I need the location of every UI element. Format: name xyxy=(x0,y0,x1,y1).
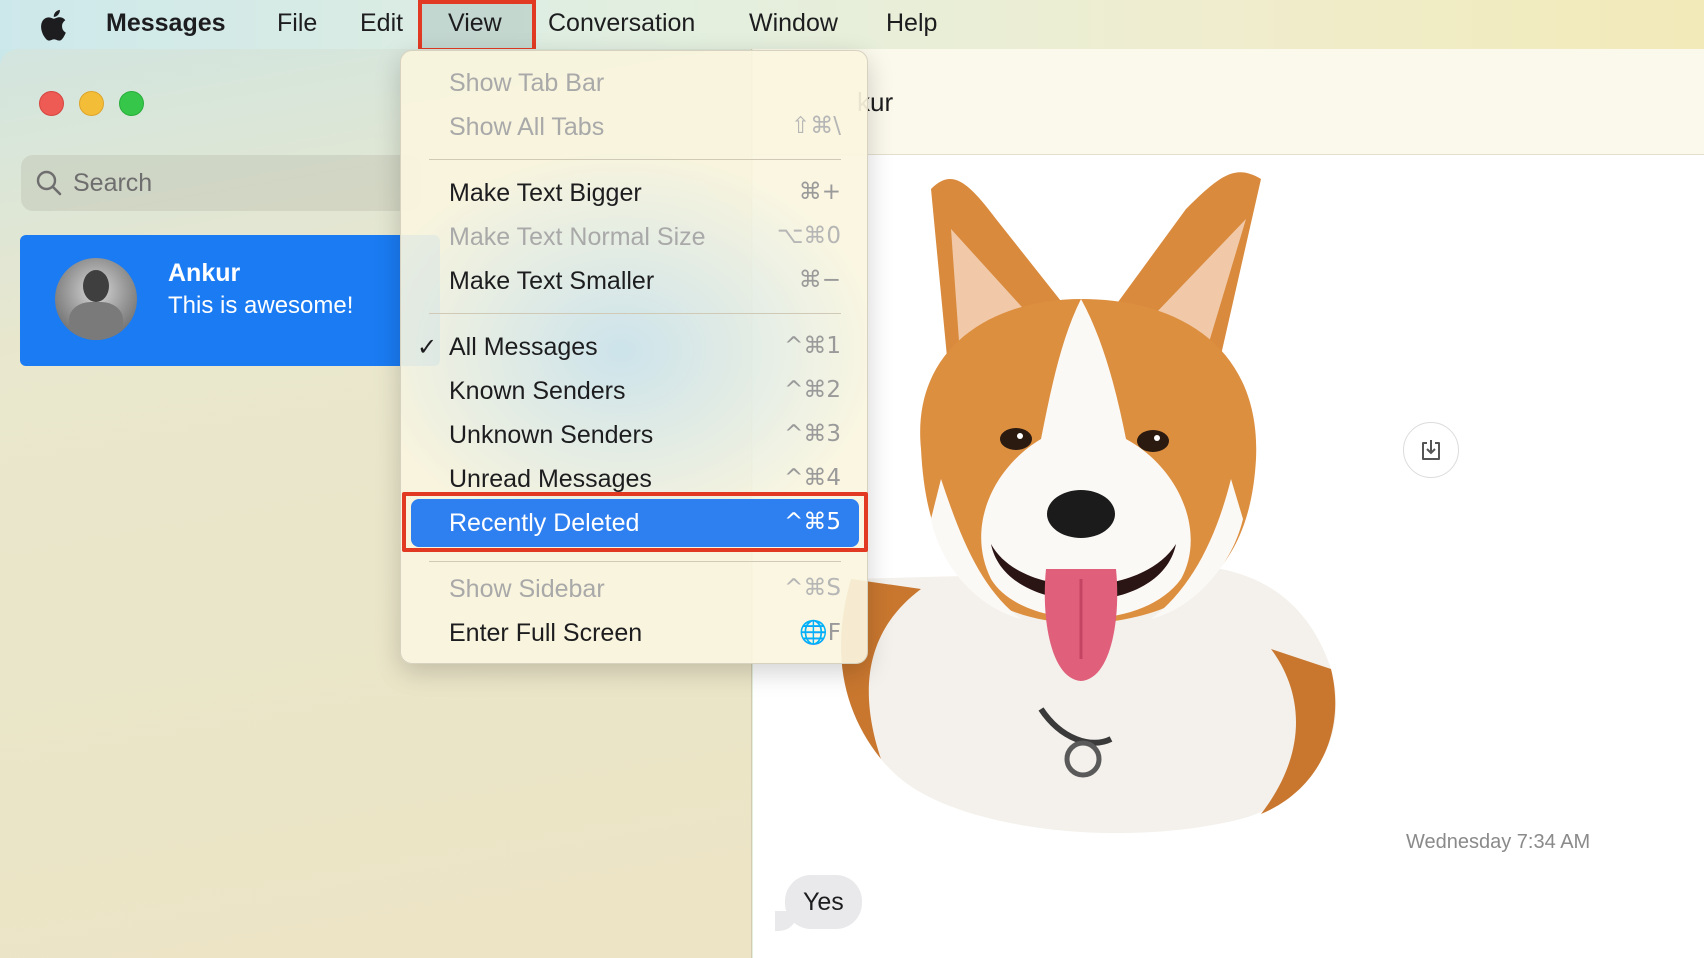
menu-file[interactable]: File xyxy=(277,0,317,49)
zoom-button[interactable] xyxy=(119,91,144,116)
menu-conversation[interactable]: Conversation xyxy=(548,0,695,49)
conversation-header: kur xyxy=(753,49,1704,155)
menu-item-show-all-tabs[interactable]: Show All Tabs ⇧⌘\ xyxy=(401,107,869,147)
recently-deleted-annotation-box xyxy=(402,492,868,552)
menu-separator xyxy=(429,561,841,562)
message-timestamp: Wednesday 7:34 AM xyxy=(1406,831,1591,853)
checkmark-icon: ✓ xyxy=(417,333,438,361)
menu-item-all-messages[interactable]: ✓ All Messages ^⌘1 xyxy=(401,327,869,367)
menu-item-make-text-normal-size[interactable]: Make Text Normal Size ⌥⌘0 xyxy=(401,217,869,257)
menu-help[interactable]: Help xyxy=(886,0,937,49)
corgi-sticker-image[interactable] xyxy=(791,149,1371,849)
save-sticker-button[interactable] xyxy=(1403,422,1459,478)
minimize-button[interactable] xyxy=(79,91,104,116)
menu-edit[interactable]: Edit xyxy=(360,0,403,49)
menu-bar: Messages File Edit View Conversation Win… xyxy=(0,0,1704,52)
menu-item-show-tab-bar[interactable]: Show Tab Bar xyxy=(401,63,869,103)
search-icon xyxy=(36,170,62,196)
menu-item-enter-full-screen[interactable]: Enter Full Screen 🌐F xyxy=(401,613,869,653)
conversation-name: Ankur xyxy=(168,259,241,287)
download-icon xyxy=(1422,440,1440,460)
search-field[interactable] xyxy=(21,155,421,211)
menu-window[interactable]: Window xyxy=(749,0,838,49)
avatar xyxy=(55,258,137,340)
menu-item-known-senders[interactable]: Known Senders ^⌘2 xyxy=(401,371,869,411)
message-bubble[interactable]: Yes xyxy=(785,875,862,929)
menu-app-messages[interactable]: Messages xyxy=(106,0,226,49)
menu-item-unknown-senders[interactable]: Unknown Senders ^⌘3 xyxy=(401,415,869,455)
view-menu-dropdown: Show Tab Bar Show All Tabs ⇧⌘\ Make Text… xyxy=(400,50,868,664)
apple-logo-icon[interactable] xyxy=(38,9,68,41)
search-input[interactable] xyxy=(73,168,373,198)
menu-item-make-text-bigger[interactable]: Make Text Bigger ⌘+ xyxy=(401,173,869,213)
menu-item-show-sidebar[interactable]: Show Sidebar ^⌘S xyxy=(401,569,869,609)
conversation-list-item[interactable]: Ankur This is awesome! xyxy=(20,235,440,366)
conversation-preview: This is awesome! xyxy=(168,292,354,319)
close-button[interactable] xyxy=(39,91,64,116)
conversation-detail: kur Wednesday 7:34 AM Yes xyxy=(753,49,1704,958)
menu-item-make-text-smaller[interactable]: Make Text Smaller ⌘− xyxy=(401,261,869,301)
menu-separator xyxy=(429,313,841,314)
menu-separator xyxy=(429,159,841,160)
menu-view[interactable]: View xyxy=(448,0,502,49)
